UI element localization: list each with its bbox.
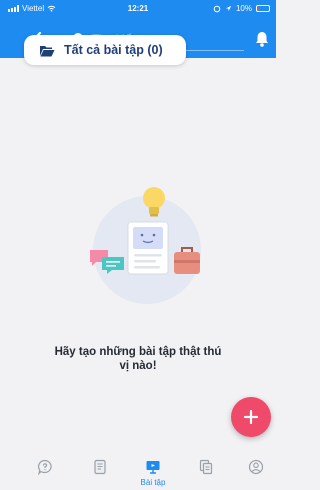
nav-item-documents[interactable] (80, 454, 120, 490)
empty-state-message: Hãy tạo những bài tập thật thú vị nào! (54, 346, 222, 372)
status-right: 10% (213, 4, 270, 13)
folder-open-icon (40, 45, 55, 56)
battery-percent: 10% (235, 4, 252, 13)
all-exercises-button[interactable]: Tất cả bài tập (0) (24, 35, 186, 65)
all-exercises-label: Tất cả bài tập (0) (64, 43, 163, 57)
nav-label-exercises: Bài tập (140, 478, 166, 487)
battery-icon (256, 5, 270, 12)
alarm-icon (213, 5, 221, 12)
plus-icon (243, 409, 259, 425)
monitor-icon (146, 461, 160, 474)
notification-button[interactable] (254, 30, 270, 48)
nav-item-profile[interactable] (236, 454, 276, 490)
bottom-nav: Bài tập (0, 454, 276, 490)
nav-item-copies[interactable] (186, 454, 226, 490)
document-icon (94, 459, 106, 475)
add-exercise-button[interactable] (231, 397, 271, 437)
bell-icon (256, 32, 268, 47)
nav-item-exercises[interactable]: Bài tập (133, 454, 173, 490)
status-bar: Viettel 12:21 10% (0, 0, 276, 18)
copy-docs-icon (199, 459, 213, 475)
nav-item-questions[interactable] (25, 454, 65, 490)
location-arrow-icon (225, 5, 232, 12)
empty-state-illustration (90, 187, 201, 304)
question-bubble-icon (37, 459, 52, 475)
profile-icon (248, 459, 264, 475)
